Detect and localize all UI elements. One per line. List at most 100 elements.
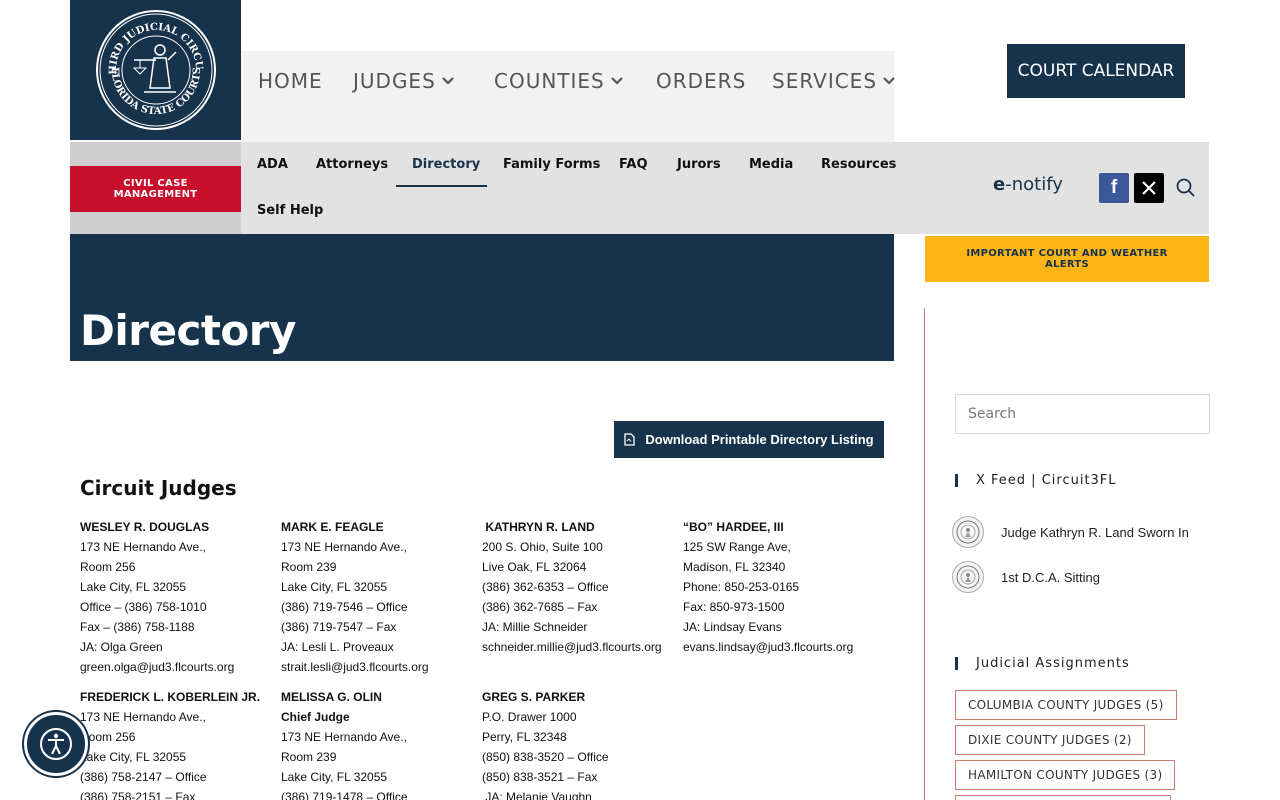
- judge-line: (386) 362-6353 – Office: [482, 580, 609, 594]
- nav-services[interactable]: SERVICES: [772, 61, 895, 101]
- subnav-jurors[interactable]: Jurors: [677, 157, 721, 172]
- judge-line: 173 NE Hernando Ave.,: [80, 710, 206, 724]
- x-twitter-icon[interactable]: [1134, 173, 1164, 203]
- section-title: Circuit Judges: [80, 476, 237, 500]
- nav-services-label: SERVICES: [772, 69, 878, 93]
- judge-card: KATHRYN R. LAND 200 S. Ohio, Suite 100 L…: [482, 517, 682, 657]
- tag-dixie-county-judges[interactable]: DIXIE COUNTY JUDGES (2): [955, 725, 1145, 755]
- chevron-down-icon: [610, 77, 623, 85]
- nav-orders[interactable]: ORDERS: [656, 61, 746, 101]
- enotify-rest: -notify: [1005, 174, 1063, 195]
- judge-line: Room 256: [80, 730, 136, 744]
- judge-line: Lake City, FL 32055: [281, 770, 388, 784]
- main-navigation: HOME JUDGES COUNTIES ORDERS SERVICES: [241, 51, 895, 142]
- subnav-faq[interactable]: FAQ: [619, 157, 648, 172]
- judge-line: (850) 838-3521 – Fax: [482, 770, 598, 784]
- subnav-directory[interactable]: Directory: [412, 157, 480, 172]
- page-hero: Directory: [70, 234, 894, 361]
- judge-line: (386) 719-7546 – Office: [281, 600, 408, 614]
- judicial-assignments-heading: Judicial Assignments: [955, 657, 1130, 670]
- judge-card: “BO” HARDEE, III 125 SW Range Ave, Madis…: [683, 517, 883, 657]
- search-icon[interactable]: [1175, 177, 1197, 199]
- judge-line: Fax: 850-973-1500: [683, 600, 785, 614]
- subnav-resources[interactable]: Resources: [821, 157, 896, 172]
- judge-line: Lake City, FL 32055: [281, 580, 388, 594]
- judge-line: (386) 758-2147 – Office: [80, 770, 207, 784]
- accessibility-button[interactable]: [24, 712, 88, 776]
- judge-line: Lake City, FL 32055: [80, 750, 187, 764]
- judge-email[interactable]: evans.lindsay@jud3.flcourts.org: [683, 637, 883, 657]
- judge-line: Room 239: [281, 560, 337, 574]
- sidebar-search-input[interactable]: [955, 394, 1210, 434]
- judge-title: Chief Judge: [281, 710, 350, 724]
- feed-item[interactable]: Judge Kathryn R. Land Sworn In: [952, 516, 1189, 548]
- feed-item-label: 1st D.C.A. Sitting: [1001, 569, 1100, 585]
- subnav-self-help[interactable]: Self Help: [257, 203, 323, 218]
- judge-line: 173 NE Hernando Ave.,: [80, 540, 206, 554]
- nav-judges[interactable]: JUDGES: [353, 61, 454, 101]
- nav-home[interactable]: HOME: [258, 61, 323, 101]
- judge-line: JA: Olga Green: [80, 640, 163, 654]
- chevron-down-icon: [442, 77, 454, 85]
- judge-email[interactable]: schneider.millie@jud3.flcourts.org: [482, 637, 682, 657]
- chevron-down-icon: [883, 77, 895, 85]
- judge-line: Room 239: [281, 750, 337, 764]
- judge-name: FREDERICK L. KOBERLEIN JR.: [80, 690, 261, 704]
- judge-line: 200 S. Ohio, Suite 100: [482, 540, 603, 554]
- court-seal-logo[interactable]: THIRD JUDICIAL CIRCUIT FLORIDA STATE COU…: [70, 0, 241, 140]
- judge-card: WESLEY R. DOUGLAS 173 NE Hernando Ave., …: [80, 517, 280, 677]
- judge-card: MELISSA G. OLIN Chief Judge 173 NE Herna…: [281, 687, 481, 800]
- judge-line: JA: Melanie Vaughn: [482, 790, 592, 800]
- civil-case-label: CIVIL CASE MANAGEMENT: [113, 178, 198, 200]
- judge-line: Perry, FL 32348: [482, 730, 567, 744]
- civil-case-management-button[interactable]: CIVIL CASE MANAGEMENT: [70, 166, 241, 212]
- judge-line: Madison, FL 32340: [683, 560, 786, 574]
- judge-line: JA: Lesli L. Proveaux: [281, 640, 394, 654]
- judge-email[interactable]: green.olga@jud3.flcourts.org: [80, 657, 280, 677]
- nav-orders-label: ORDERS: [656, 69, 747, 93]
- judge-line: 173 NE Hernando Ave.,: [281, 540, 407, 554]
- judge-name: MELISSA G. OLIN: [281, 690, 382, 704]
- page-title: Directory: [80, 306, 296, 355]
- seal-icon: THIRD JUDICIAL CIRCUIT FLORIDA STATE COU…: [94, 8, 216, 130]
- judge-line: (386) 719-7547 – Fax: [281, 620, 397, 634]
- court-weather-alerts-button[interactable]: IMPORTANT COURT AND WEATHER ALERTS: [925, 236, 1209, 282]
- nav-judges-label: JUDGES: [353, 69, 436, 93]
- e-notify-link[interactable]: e-notify: [993, 174, 1063, 195]
- judge-card: FREDERICK L. KOBERLEIN JR. 173 NE Hernan…: [80, 687, 280, 800]
- judge-name: “BO” HARDEE, III: [683, 520, 784, 534]
- judge-line: 173 NE Hernando Ave.,: [281, 730, 407, 744]
- sidebar-divider: [924, 308, 925, 800]
- accessibility-icon: [40, 728, 72, 760]
- tag-columbia-county-judges[interactable]: COLUMBIA COUNTY JUDGES (5): [955, 690, 1177, 720]
- tag-next[interactable]: [955, 795, 1171, 800]
- tag-hamilton-county-judges[interactable]: HAMILTON COUNTY JUDGES (3): [955, 760, 1176, 790]
- judge-name: WESLEY R. DOUGLAS: [80, 520, 210, 534]
- judge-line: (386) 758-2151 – Fax: [80, 790, 196, 800]
- nav-counties[interactable]: COUNTIES: [494, 61, 623, 101]
- judge-line: Lake City, FL 32055: [80, 580, 187, 594]
- subnav-ada[interactable]: ADA: [257, 157, 288, 172]
- active-tab-indicator: [396, 185, 487, 187]
- judge-line: JA: Millie Schneider: [482, 620, 588, 634]
- court-calendar-button[interactable]: COURT CALENDAR: [1007, 44, 1185, 98]
- subnav-attorneys[interactable]: Attorneys: [316, 157, 388, 172]
- feed-item[interactable]: 1st D.C.A. Sitting: [952, 561, 1100, 593]
- nav-home-label: HOME: [258, 69, 323, 93]
- judge-name: GREG S. PARKER: [482, 690, 586, 704]
- x-logo-icon: [1142, 181, 1156, 195]
- download-directory-button[interactable]: Download Printable Directory Listing: [614, 421, 884, 458]
- subnav-media[interactable]: Media: [749, 157, 793, 172]
- judge-line: Phone: 850-253-0165: [683, 580, 800, 594]
- judge-email[interactable]: strait.lesli@jud3.flcourts.org: [281, 657, 481, 677]
- subnav-family-forms[interactable]: Family Forms: [503, 157, 600, 172]
- judge-name: KATHRYN R. LAND: [482, 520, 595, 534]
- judge-card: GREG S. PARKER P.O. Drawer 1000 Perry, F…: [482, 687, 682, 800]
- feed-item-label: Judge Kathryn R. Land Sworn In: [1001, 524, 1189, 540]
- judge-line: Office – (386) 758-1010: [80, 600, 207, 614]
- judge-line: (850) 838-3520 – Office: [482, 750, 609, 764]
- judge-name: MARK E. FEAGLE: [281, 520, 384, 534]
- court-seal-icon: [952, 561, 984, 593]
- facebook-icon[interactable]: f: [1099, 173, 1129, 203]
- judge-line: (386) 719-1478 – Office: [281, 790, 408, 800]
